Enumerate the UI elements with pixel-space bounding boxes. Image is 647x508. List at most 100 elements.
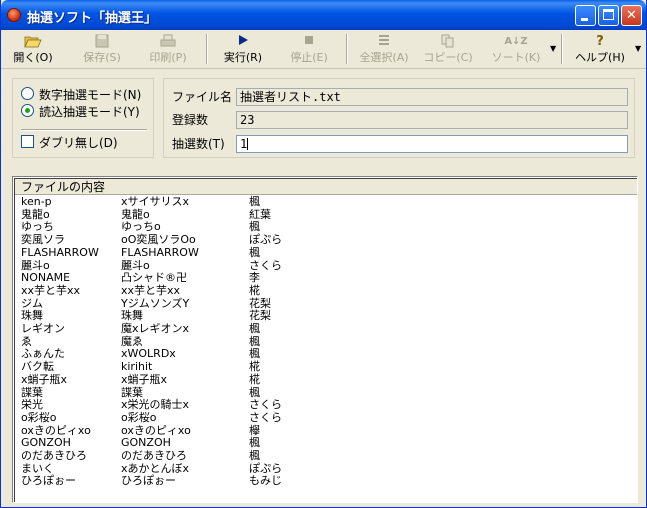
close-button[interactable]: ✕: [621, 5, 642, 26]
toolbar-separator: [346, 34, 348, 64]
entry-group: 花梨: [249, 309, 271, 323]
list-item[interactable]: o彩桜o o彩桜o さくら: [21, 411, 621, 424]
entry-name: oxきのピィxo: [21, 423, 91, 437]
list-item[interactable]: 奕風ソラ oO奕風ソラOo ぽぷら: [21, 233, 621, 246]
maximize-button[interactable]: [598, 5, 619, 26]
list-item[interactable]: xx芋と芋xx xx芋と芋xx 椛: [21, 284, 621, 297]
entry-group: 紅葉: [249, 207, 271, 221]
select-all-button[interactable]: 全選択(A): [353, 32, 415, 66]
entry-name: o彩桜o: [21, 410, 57, 424]
list-item[interactable]: FLASHARROW FLASHARROW 楓: [21, 246, 621, 259]
toolbar-separator: [561, 34, 563, 64]
entry-handle: 魔ゑ: [121, 334, 143, 348]
list-item[interactable]: ひろぽぉー ひろぽぉー もみじ: [21, 474, 621, 487]
list-item[interactable]: ふぁんた xWOLRDx 楓: [21, 347, 621, 360]
count-field: 23: [236, 111, 628, 129]
entry-handle: xx芋と芋xx: [121, 283, 181, 297]
entry-handle: ひろぽぉー: [121, 474, 176, 488]
run-button[interactable]: 実行(R): [215, 32, 271, 66]
file-content-panel[interactable]: ファイルの内容 ken-p xサイサリスx 楓鬼龍o 鬼龍o 紅葉 ゆっち ゆっちo 楓奕風ソ…: [12, 176, 638, 503]
list-item[interactable]: oxきのピィxo oxきのピィxo 欅: [21, 424, 621, 437]
import-mode-radio[interactable]: 読込抽選モード(Y): [21, 104, 140, 120]
entry-name: GONZOH: [21, 436, 71, 450]
list-item[interactable]: 鬼龍o 鬼龍o 紅葉: [21, 208, 621, 221]
list-item[interactable]: まいく xあかとんぼx ぽぷら: [21, 462, 621, 475]
minimize-button[interactable]: [575, 5, 596, 26]
entry-name: xx芋と芋xx: [21, 283, 81, 297]
entry-name: ゆっち: [21, 220, 54, 234]
sort-dropdown-arrow[interactable]: ▼: [550, 44, 556, 53]
entry-handle: 諜葉: [121, 385, 143, 399]
entry-name: 栄光: [21, 398, 43, 412]
entry-handle: FLASHARROW: [121, 245, 199, 259]
entry-group: 欅: [249, 423, 260, 437]
list-item[interactable]: x蛸子瓶x x蛸子瓶x 椛: [21, 373, 621, 386]
list-item[interactable]: ジム YジムソンズY 花梨: [21, 297, 621, 310]
draw-count-input[interactable]: 1: [236, 135, 628, 153]
print-button[interactable]: 印刷(P): [139, 32, 197, 66]
list-item[interactable]: ゆっち ゆっちo 楓: [21, 220, 621, 233]
main-window: 抽選ソフト「抽選王」 ✕ 開く(O) 保存(S) 印刷(P) 実行(R) 停止(…: [0, 0, 647, 508]
entry-group: 楓: [249, 436, 260, 450]
divider: [21, 129, 147, 131]
entry-name: 珠舞: [21, 309, 43, 323]
entry-group: 楓: [249, 195, 260, 208]
sort-az-icon: A↓Z: [504, 36, 528, 47]
save-button[interactable]: 保存(S): [73, 32, 131, 66]
play-icon: [215, 34, 271, 50]
checkbox[interactable]: [21, 135, 34, 148]
entry-name: ゑ: [21, 334, 32, 348]
entry-group: さくら: [249, 410, 282, 424]
radio-button-selected[interactable]: [21, 104, 34, 117]
list-item[interactable]: レギオン 魔xレギオンx 楓: [21, 322, 621, 335]
entry-name: 麗斗o: [21, 258, 50, 272]
list-item[interactable]: のだあきひろ のだあきひろ 楓: [21, 449, 621, 462]
entry-group: 楓: [249, 245, 260, 259]
list-item[interactable]: GONZOH GONZOH 楓: [21, 436, 621, 449]
entry-group: 楓: [249, 385, 260, 399]
numeric-mode-radio[interactable]: 数字抽選モード(N): [21, 87, 141, 103]
list-item[interactable]: バク転 kirihit 椛: [21, 360, 621, 373]
entry-name: バク転: [21, 360, 54, 374]
disk-icon: [73, 34, 131, 50]
list-item[interactable]: 諜葉 諜葉 楓: [21, 386, 621, 399]
list-item[interactable]: 珠舞 珠舞 花梨: [21, 309, 621, 322]
window-title: 抽選ソフト「抽選王」: [27, 11, 158, 26]
list-item[interactable]: 麗斗o 麗斗o さくら: [21, 259, 621, 272]
toolbar-separator: [206, 34, 208, 64]
toolbar: 開く(O) 保存(S) 印刷(P) 実行(R) 停止(E) 全選択(A) コピー…: [1, 30, 646, 69]
list-item[interactable]: ken-p xサイサリスx 楓: [21, 195, 621, 208]
entry-handle: 魔xレギオンx: [121, 322, 190, 335]
file-content-header: ファイルの内容: [15, 179, 637, 195]
title-bar[interactable]: 抽選ソフト「抽選王」 ✕: [1, 0, 646, 30]
entry-name: 奕風ソラ: [21, 233, 65, 247]
app-icon[interactable]: [7, 8, 21, 22]
entry-handle: ゆっちo: [121, 220, 161, 234]
help-button[interactable]: ? ヘルプ(H): [569, 32, 631, 66]
entry-name: 諜葉: [21, 385, 43, 399]
sort-button[interactable]: A↓Z ソート(K): [485, 32, 547, 66]
entry-handle: xあかとんぼx: [121, 461, 190, 475]
list-item[interactable]: 栄光 x栄光の騎士x さくら: [21, 398, 621, 411]
entry-handle: YジムソンズY: [121, 296, 190, 310]
radio-button[interactable]: [21, 87, 34, 100]
entry-handle: oxきのピィxo: [121, 423, 191, 437]
entry-group: 李: [249, 271, 260, 285]
entry-group: 椛: [249, 283, 260, 297]
help-dropdown-arrow[interactable]: ▼: [635, 44, 641, 53]
entry-name: ひろぽぉー: [21, 474, 76, 488]
close-icon: ✕: [626, 8, 637, 23]
stop-button[interactable]: 停止(E): [281, 32, 337, 66]
entry-name: ジム: [21, 296, 43, 310]
minimize-icon: [581, 18, 588, 21]
entry-handle: xサイサリスx: [121, 195, 190, 208]
list-item[interactable]: NONAME 凸シャド®卍 李: [21, 271, 621, 284]
entry-group: ぽぷら: [249, 233, 283, 247]
copy-button[interactable]: コピー(C): [421, 32, 475, 66]
list-item[interactable]: ゑ 魔ゑ 楓: [21, 335, 621, 348]
open-button[interactable]: 開く(O): [5, 32, 61, 66]
no-duplicates-checkbox[interactable]: ダブリ無し(D): [21, 135, 118, 151]
entry-handle: xWOLRDx: [121, 347, 176, 361]
entry-group: 楓: [249, 334, 260, 348]
entry-name: FLASHARROW: [21, 245, 99, 259]
